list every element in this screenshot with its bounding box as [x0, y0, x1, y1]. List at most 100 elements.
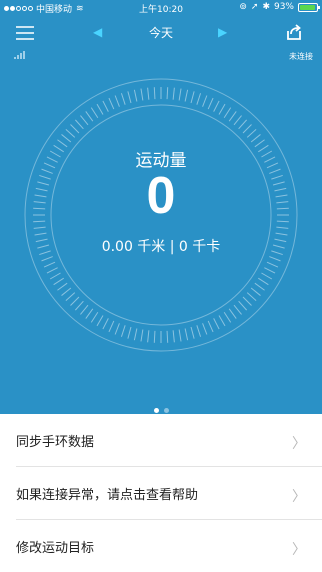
dial-tick	[57, 282, 68, 291]
dial-tick	[276, 226, 289, 229]
dial-tick	[223, 312, 232, 323]
dial-tick	[133, 328, 138, 341]
dial-tick	[65, 128, 76, 138]
dial-tick	[166, 330, 169, 343]
dial-tick	[233, 304, 242, 315]
dial-tick	[246, 128, 257, 138]
dial-tick	[33, 226, 46, 229]
dial-tick	[166, 87, 169, 100]
distance-calorie-summary: 0.00 千米 | 0 千卡	[101, 239, 221, 255]
next-day-button[interactable]: ▶	[218, 25, 227, 39]
date-title: 今天	[148, 26, 173, 40]
dial-tick	[153, 330, 156, 343]
chevron-right-icon: 〉	[292, 489, 306, 505]
dial-tick	[108, 320, 115, 333]
dial-tick	[74, 300, 84, 311]
dial-tick	[207, 97, 214, 110]
connection-help-row[interactable]: 如果连接异常，请点击查看帮助 〉	[0, 467, 322, 520]
step-count: 0	[146, 167, 176, 225]
dial-tick	[275, 232, 288, 236]
row-label: 如果连接异常，请点击查看帮助	[16, 488, 199, 503]
dial-tick	[65, 292, 76, 302]
battery-percent: 93%	[273, 2, 294, 12]
dial-tick	[34, 232, 47, 236]
share-icon[interactable]	[285, 23, 303, 41]
dial-tick	[213, 318, 220, 330]
dial-tick	[246, 292, 257, 302]
dial-tick	[90, 107, 99, 118]
dial-tick	[80, 115, 89, 126]
dial-tick	[178, 329, 182, 342]
dial-tick	[85, 308, 94, 319]
dial-tick	[85, 111, 94, 122]
dial-tick	[127, 326, 132, 339]
dial-tick	[172, 87, 175, 100]
dial-tick	[127, 91, 132, 104]
dial-tick	[114, 323, 120, 335]
dial-tick	[96, 103, 104, 115]
dial-tick	[223, 107, 232, 118]
dial-tick	[61, 287, 72, 296]
page-dot[interactable]	[153, 408, 159, 413]
page-dot[interactable]	[163, 408, 169, 413]
dial-tick	[120, 93, 126, 105]
dial-tick	[233, 115, 242, 126]
dial-tick	[228, 308, 237, 319]
dial-tick	[190, 91, 195, 104]
row-label: 修改运动目标	[16, 541, 95, 556]
dial-tick	[261, 272, 273, 280]
dial-tick	[172, 330, 175, 343]
dial-tick	[184, 328, 189, 341]
dial-tick	[70, 296, 80, 306]
dial-tick	[153, 87, 156, 100]
dial-tick	[147, 87, 150, 100]
sync-band-data-row[interactable]: 同步手环数据 〉	[0, 414, 322, 467]
dial-tick	[202, 323, 208, 335]
dial-tick	[49, 272, 61, 280]
dial-tick	[133, 89, 138, 102]
edit-goal-row[interactable]: 修改运动目标 〉	[0, 520, 322, 572]
dial-tick	[196, 325, 202, 337]
connection-status: 未连接	[289, 52, 313, 61]
dial-tick	[140, 88, 144, 101]
dial-tick	[242, 296, 252, 306]
dial-tick	[218, 315, 226, 327]
settings-list: 同步手环数据 〉 如果连接异常，请点击查看帮助 〉 修改运动目标 〉	[0, 414, 322, 572]
chevron-right-icon: 〉	[292, 436, 306, 452]
dial-tick	[266, 261, 279, 268]
dial-tick	[108, 97, 115, 110]
dial-tick	[242, 124, 252, 134]
dial-tick	[184, 89, 189, 102]
dial-tick	[80, 304, 89, 315]
dial-tick	[90, 312, 99, 323]
dial-tick	[147, 330, 150, 343]
orientation-lock-icon: ⊚	[239, 2, 247, 12]
dial-tick	[202, 95, 208, 107]
dial-tick	[258, 277, 269, 286]
dial-tick	[102, 318, 109, 330]
device-signal-icon	[14, 51, 25, 59]
previous-day-button[interactable]: ◀	[93, 25, 102, 39]
chevron-right-icon: 〉	[292, 542, 306, 558]
dial-tick	[178, 88, 182, 101]
dial-tick	[114, 95, 120, 107]
dial-tick	[190, 326, 195, 339]
battery-icon	[298, 2, 320, 12]
dial-tick	[269, 256, 281, 262]
dial-tick	[218, 103, 226, 115]
location-icon: ➚	[250, 2, 259, 12]
dial-tick	[264, 267, 276, 274]
dial-tick	[46, 267, 58, 274]
dial-tick	[96, 315, 104, 327]
menu-icon[interactable]	[16, 25, 34, 40]
page-indicator	[0, 408, 322, 413]
dial-tick	[207, 320, 214, 333]
status-right: ⊚ ➚ ✱ 93%	[239, 2, 320, 12]
battery-level	[300, 4, 315, 10]
dial-tick	[140, 329, 144, 342]
dial-tick	[213, 100, 220, 112]
dial-tick	[238, 119, 248, 130]
dial-tick	[254, 282, 265, 291]
dial-tick	[102, 100, 109, 112]
bluetooth-icon: ✱	[262, 2, 270, 12]
